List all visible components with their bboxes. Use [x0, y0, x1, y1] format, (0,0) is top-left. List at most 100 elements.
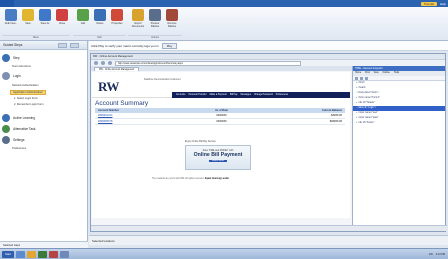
browser-window: RW - Online Account Management http://ww…	[90, 53, 447, 232]
step-icon	[2, 54, 10, 62]
add-button[interactable]: Add	[75, 9, 91, 25]
taskbar: Start EN 3:14 PM	[0, 248, 448, 259]
browser-statusbar	[91, 225, 447, 231]
browser-tab[interactable]: RW - Online Account Management	[94, 67, 140, 71]
tab-outline[interactable]: Outline	[383, 71, 390, 76]
element-inspector: HTML - Element Inspector Home Find View …	[352, 66, 446, 231]
section-settings[interactable]: Settings	[2, 136, 25, 144]
section-alternative-task[interactable]: Alternative Task	[2, 125, 35, 133]
save-as-button[interactable]: Save As	[37, 9, 53, 25]
tutorial-button[interactable]: Tutorial	[420, 1, 437, 6]
button-label: Close	[58, 22, 66, 25]
remove-icon	[166, 9, 178, 21]
nav-messages[interactable]: Messages	[241, 94, 251, 96]
selected-steps-bar[interactable]: Selected steps	[0, 241, 88, 248]
section-label: Settings	[13, 138, 25, 142]
language-indicator[interactable]: EN	[429, 253, 432, 256]
grab-new-button[interactable]: Grab New...	[3, 9, 19, 25]
pin-button[interactable]	[70, 43, 79, 48]
play-button[interactable]: Play	[161, 42, 178, 49]
select-element-icon[interactable]	[355, 76, 358, 80]
button-label: Preview Flashes	[150, 22, 160, 28]
site-logo[interactable]: RW	[98, 79, 119, 95]
sub-item[interactable]: Preferences	[12, 147, 26, 150]
close-icon	[56, 9, 68, 21]
dom-node[interactable]: + <div id="Footer"	[353, 121, 445, 126]
nav-bill-pay[interactable]: Bill Pay	[230, 94, 238, 96]
sub-item-selected[interactable]: Application Authentication	[10, 90, 46, 95]
nav-preferences[interactable]: Preferences	[276, 94, 288, 96]
forward-icon[interactable]	[101, 61, 105, 65]
taskbar-app-icon[interactable]	[59, 250, 69, 258]
delete-button[interactable]: Delete	[92, 9, 108, 25]
account-table: Account Number As of Date Current Balanc…	[95, 108, 345, 125]
properties-button[interactable]: Properties	[109, 9, 125, 25]
save-button[interactable]: Save	[20, 9, 36, 25]
tab-find[interactable]: Find	[365, 71, 369, 76]
section-active-learning[interactable]: Active Learning	[2, 114, 35, 122]
instruction-text: Click Play to verify your macro correctl…	[91, 43, 159, 48]
section-label: Alternative Task	[13, 127, 36, 131]
nav-accounts[interactable]: Accounts	[176, 94, 185, 96]
taskbar-app-icon[interactable]	[37, 250, 47, 258]
page-title: Account Summary	[95, 100, 149, 107]
task-icon	[2, 125, 10, 133]
preview-icon	[149, 9, 161, 21]
taskbar-app-icon[interactable]	[26, 250, 36, 258]
tab-view[interactable]: View	[374, 71, 379, 76]
dock-icon[interactable]	[365, 76, 368, 80]
window-titlebar	[0, 0, 448, 7]
ebill-text: Enjoy Online Bill Pay Service	[185, 140, 216, 143]
button-label: Remove Flashes	[167, 22, 177, 28]
button-label: Properties	[111, 22, 123, 25]
tab-home[interactable]: Home	[355, 71, 361, 76]
remove-flashes-button[interactable]: Remove Flashes	[164, 9, 180, 28]
sub-item[interactable]: Test Instructions	[12, 65, 31, 68]
refresh-icon[interactable]	[108, 61, 112, 65]
start-button[interactable]: Start	[2, 250, 14, 258]
address-bar[interactable]: http://www.rwsample.com/online/login/Acc…	[115, 60, 301, 66]
delete-icon	[94, 9, 106, 21]
ribbon: Grab New... Save Save As Close Add Delet…	[0, 7, 448, 41]
ad-headline: Online Bill Payment	[193, 152, 243, 158]
save-icon	[22, 9, 34, 21]
taskbar-app-icon[interactable]	[15, 250, 25, 258]
sub-item[interactable]: 2. Remember Login Form	[14, 103, 44, 106]
taskbar-app-icon[interactable]	[48, 250, 58, 258]
sub-item[interactable]: Network Authentication	[12, 84, 39, 87]
equal-housing-link[interactable]: Equal Housing Lender	[205, 178, 229, 180]
browser-title: RW - Online Account Management	[91, 54, 445, 59]
titlebar-right-group: Tutorial Help	[420, 1, 446, 6]
settings-icon	[2, 136, 10, 144]
button-label: Export Documents	[131, 22, 145, 28]
close-button[interactable]: Close	[54, 9, 70, 25]
bill-pay-ad[interactable]: Save TIME and MONEY with Online Bill Pay…	[185, 145, 251, 170]
export-documents-button[interactable]: Export Documents	[130, 9, 146, 28]
preview-flashes-button[interactable]: Preview Flashes	[147, 9, 163, 28]
section-login[interactable]: Login	[2, 72, 21, 80]
section-label: Login	[13, 74, 21, 78]
tab-tools[interactable]: Tools	[394, 71, 399, 76]
button-label: Add	[80, 22, 86, 25]
section-step[interactable]: Step	[2, 54, 20, 62]
site-header: RW Realtime Demonstration Customer Accou…	[92, 72, 350, 98]
panel-header: Guided Steps	[0, 41, 87, 50]
collapse-button[interactable]	[58, 43, 67, 48]
learning-icon	[2, 114, 10, 122]
sub-item[interactable]: 1. Select Login Form	[14, 97, 38, 100]
login-icon	[2, 72, 10, 80]
nav-personal-transfer[interactable]: Personal Transfer	[188, 94, 206, 96]
guided-steps-panel: Guided Steps Step Test Instructions Logi…	[0, 41, 88, 248]
refresh-icon[interactable]	[360, 76, 363, 80]
ribbon-group-edit: Edit	[73, 35, 126, 39]
site-nav: Accounts Personal Transfer Make a Paymen…	[172, 92, 350, 98]
learn-more-button[interactable]: Learn More	[209, 160, 227, 162]
nav-change-password[interactable]: Change Password	[254, 94, 273, 96]
nav-make-payment[interactable]: Make a Payment	[210, 94, 227, 96]
app-menu-tab[interactable]	[0, 0, 14, 7]
clock[interactable]: 3:14 PM	[436, 253, 445, 256]
account-link[interactable]: ######5678	[95, 118, 189, 125]
back-icon[interactable]	[94, 61, 98, 65]
help-link[interactable]: Help	[440, 2, 446, 6]
button-label: Grab New...	[4, 22, 18, 25]
